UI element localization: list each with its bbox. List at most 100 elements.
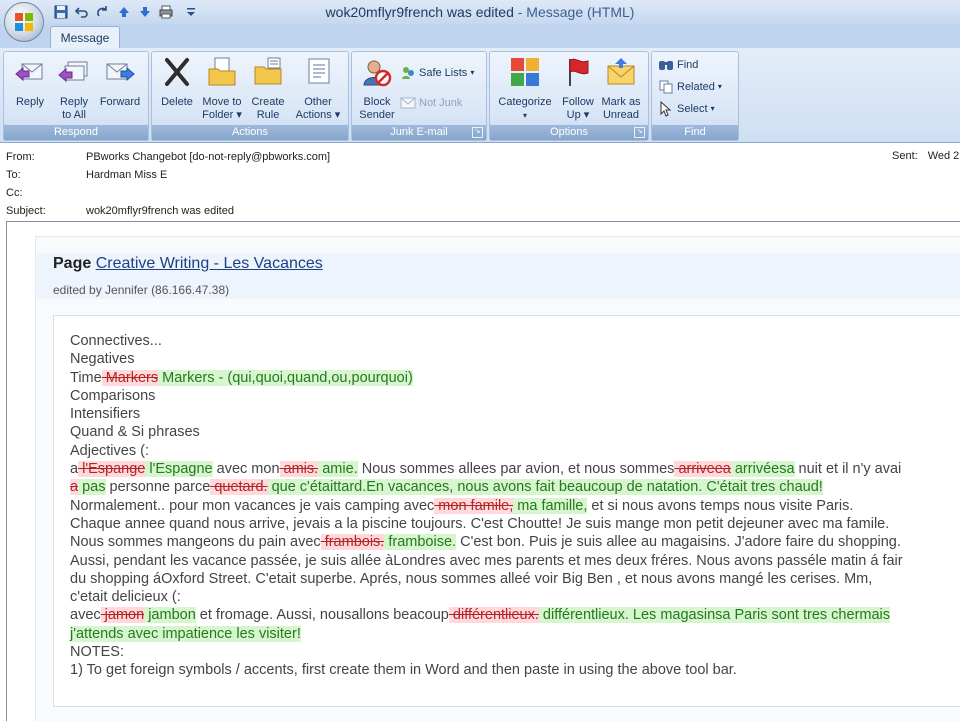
plain-text: du shopping áOxford Street. C'etait supe… bbox=[70, 570, 873, 587]
diff-line: Nous sommes mangeons du pain avec frambo… bbox=[70, 533, 903, 551]
diff-line: Quand & Si phrases bbox=[70, 423, 903, 441]
other-actions-label-1: Other bbox=[304, 96, 332, 108]
plain-text: Chaque annee quand nous arrive, jevais a… bbox=[70, 515, 890, 532]
safe-lists-label: Safe Lists bbox=[419, 67, 468, 79]
junk-email-group-label: Junk E-mail bbox=[352, 125, 486, 140]
safe-lists-icon bbox=[402, 67, 414, 79]
diff-lines: Connectives... Negatives Time Markers Mark… bbox=[70, 332, 903, 680]
safe-lists-button[interactable]: Safe Lists ▾ bbox=[400, 64, 474, 82]
diff-line: avec jamon jambon et fromage. Aussi, nou… bbox=[70, 606, 903, 624]
move-to-folder-icon bbox=[208, 57, 236, 86]
select-button[interactable]: Select ▾ bbox=[658, 100, 715, 118]
diff-line: Chaque annee quand nous arrive, jevais a… bbox=[70, 515, 903, 533]
delete-button[interactable]: Delete bbox=[156, 56, 198, 109]
from-value[interactable]: PBworks Changebot [do-not-reply@pbworks.… bbox=[86, 148, 330, 166]
select-label: Select bbox=[677, 103, 708, 115]
follow-up-label-1: Follow bbox=[562, 96, 594, 108]
deleted-text: Markers bbox=[101, 369, 159, 386]
plain-text: Nous sommes mangeons du pain avec bbox=[70, 534, 321, 551]
plain-text: 1) To get foreign symbols / accents, fir… bbox=[70, 662, 737, 679]
to-value[interactable]: Hardman Miss E bbox=[86, 166, 167, 184]
sent-row: Sent: Wed 2 bbox=[892, 150, 959, 162]
diff-line: Normalement.. pour mon vacances je vais … bbox=[70, 497, 903, 515]
window-title: wok20mflyr9french was edited - Message (… bbox=[0, 4, 960, 20]
reply-all-button[interactable]: Reply to All bbox=[52, 56, 96, 122]
find-label: Find bbox=[677, 59, 699, 71]
plain-text: Normalement.. pour mon vacances je vais … bbox=[70, 497, 435, 514]
not-junk-button[interactable]: Not Junk bbox=[400, 94, 462, 112]
options-launcher-icon[interactable]: ↘ bbox=[634, 127, 645, 138]
delete-icon bbox=[165, 58, 189, 86]
from-label: From: bbox=[6, 151, 35, 163]
plain-text: Negatives bbox=[70, 351, 135, 368]
create-rule-label-2: Rule bbox=[256, 109, 280, 121]
page-title: Page Creative Writing - Les Vacances bbox=[53, 255, 323, 273]
reply-all-label-1: Reply bbox=[59, 96, 89, 108]
junk-email-launcher-icon[interactable]: ↘ bbox=[472, 127, 483, 138]
edited-by: edited by Jennifer (86.166.47.38) bbox=[53, 283, 230, 297]
create-rule-button[interactable]: Create Rule bbox=[246, 56, 290, 122]
diff-line: a l'Espange l'Espagne avec mon amis. ami… bbox=[70, 460, 903, 478]
find-group-label: Find bbox=[652, 125, 738, 140]
diff-line: Aussi, pendant les vacance passée, je su… bbox=[70, 552, 903, 570]
move-to-folder-button[interactable]: Move to Folder ▾ bbox=[198, 56, 246, 122]
deleted-text: frambois. bbox=[320, 534, 385, 551]
diff-line: Negatives bbox=[70, 350, 903, 368]
page-prefix: Page bbox=[53, 255, 92, 272]
options-group-label: Options bbox=[490, 125, 648, 140]
follow-up-button[interactable]: Follow Up ▾ bbox=[556, 56, 600, 122]
title-bar: wok20mflyr9french was edited - Message (… bbox=[0, 0, 960, 25]
plain-text: c'etait delicieux (: bbox=[70, 589, 181, 606]
diff-line: 1) To get foreign symbols / accents, fir… bbox=[70, 661, 903, 679]
categorize-button[interactable]: Categorize ▾ bbox=[494, 56, 556, 122]
block-sender-button[interactable]: Block Sender bbox=[356, 56, 398, 122]
page-link[interactable]: Creative Writing - Les Vacances bbox=[96, 255, 323, 272]
create-rule-icon bbox=[254, 57, 282, 85]
plain-text: Quand & Si phrases bbox=[70, 424, 200, 441]
plain-text: a bbox=[70, 461, 79, 478]
deleted-text: amis. bbox=[279, 461, 319, 478]
mark-as-unread-icon bbox=[607, 58, 635, 85]
tab-message[interactable]: Message bbox=[50, 26, 120, 49]
actions-group: Delete Move to Folder ▾ Create Rule Othe… bbox=[151, 51, 349, 141]
inserted-text: Markers - (qui,quoi,quand,ou,pourquoi) bbox=[158, 369, 413, 386]
office-button[interactable] bbox=[4, 2, 44, 42]
email-panel: Page Creative Writing - Les Vacances edi… bbox=[35, 236, 960, 721]
message-header: From: PBworks Changebot [do-not-reply@pb… bbox=[0, 143, 960, 220]
other-actions-button[interactable]: Other Actions ▾ bbox=[292, 56, 344, 122]
reply-label: Reply bbox=[15, 96, 45, 108]
find-button[interactable]: Find bbox=[658, 56, 698, 74]
actions-group-label: Actions bbox=[152, 125, 348, 140]
inserted-text: ma famille, bbox=[513, 497, 588, 514]
plain-text: NOTES: bbox=[70, 644, 124, 661]
mark-as-unread-button[interactable]: Mark as Unread bbox=[598, 56, 644, 122]
message-body: Page Creative Writing - Les Vacances edi… bbox=[6, 221, 960, 721]
plain-text: Aussi, pendant les vacance passée, je su… bbox=[70, 552, 903, 569]
diff-line: c'etait delicieux (: bbox=[70, 588, 903, 606]
forward-button[interactable]: Forward bbox=[96, 56, 144, 109]
block-sender-icon bbox=[363, 60, 392, 87]
move-to-folder-label-2: Folder bbox=[202, 109, 234, 121]
inserted-text: différentlieux. Les magasinsa Paris sont… bbox=[538, 607, 891, 624]
other-actions-label-2: Actions bbox=[295, 109, 332, 121]
plain-text: personne parce bbox=[105, 479, 211, 496]
deleted-text: a bbox=[70, 479, 79, 496]
diff-line: Time Markers Markers - (qui,quoi,quand,o… bbox=[70, 369, 903, 387]
respond-group-label: Respond bbox=[4, 125, 148, 140]
reply-button[interactable]: Reply bbox=[8, 56, 52, 109]
plain-text: Connectives... bbox=[70, 333, 162, 349]
plain-text: Nous sommes allees par avion, et nous so… bbox=[357, 461, 675, 478]
plain-text: Adjectives (: bbox=[70, 442, 149, 459]
plain-text: et si nous avons temps nous visite Paris… bbox=[587, 497, 854, 514]
inserted-text: framboise. bbox=[384, 534, 457, 551]
block-sender-label-1: Block bbox=[363, 96, 391, 108]
find-group: Find Related ▾ Select ▾ Find bbox=[651, 51, 739, 141]
related-button[interactable]: Related ▾ bbox=[658, 78, 722, 96]
other-actions-icon bbox=[308, 58, 330, 84]
binoculars-icon bbox=[659, 61, 673, 70]
diff-line: j'attends avec impatience les visiter! bbox=[70, 625, 903, 643]
not-junk-label: Not Junk bbox=[419, 97, 463, 109]
reply-all-label-2: to All bbox=[62, 109, 86, 121]
deleted-text: l'Espange bbox=[78, 461, 146, 478]
reply-all-icon bbox=[58, 61, 88, 83]
